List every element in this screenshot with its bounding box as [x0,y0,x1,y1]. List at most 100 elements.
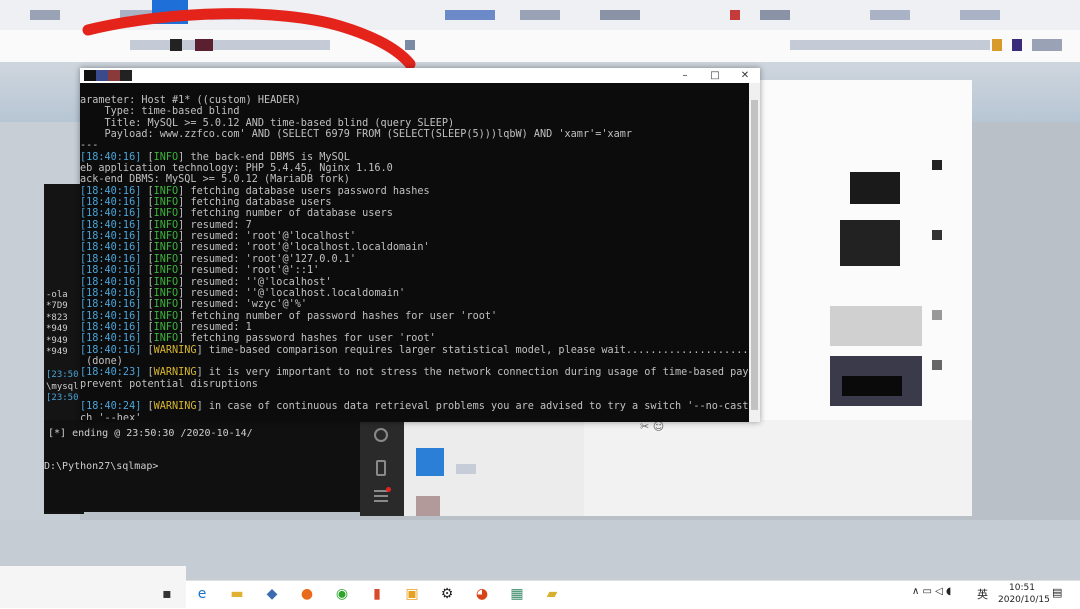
app-box-icon[interactable]: ▣ [403,585,421,603]
phone-icon[interactable] [376,460,386,476]
maximize-button[interactable]: □ [700,68,730,83]
log-text: Payload: www.zzfco.com' AND (SELECT 6979… [80,129,633,141]
wechat-icon[interactable]: ◉ [333,585,351,603]
log-text: ] resumed: 'root'@'127.0.0.1' [178,253,357,265]
notification-icon[interactable]: ▤ [1052,586,1062,599]
cmd-output-line: ack-end DBMS: MySQL >= 5.0.12 (MariaDB f… [80,174,748,185]
log-text: --- [80,140,99,152]
chat-toolbar-icons[interactable]: ✂ ☺ [640,420,680,434]
app-red-icon[interactable]: ▮ [368,585,386,603]
file-explorer-icon[interactable]: ▬ [228,585,246,603]
firefox-icon[interactable]: ● [298,585,316,603]
log-level: INFO [153,242,179,254]
app-cat-icon[interactable]: ◕ [473,585,491,603]
log-level: INFO [153,208,179,220]
compass-icon[interactable] [374,428,388,442]
log-text: [ [141,265,154,277]
red-annotation-stroke [82,8,416,70]
terminal-prompt[interactable]: D:\Python27\sqlmap> [44,461,158,472]
timestamp: [18:40:16] [80,242,142,254]
log-text: [ [141,219,154,231]
timestamp: [18:40:16] [80,197,142,209]
log-text: ] fetching database users password hashe… [178,185,430,197]
cmd-output-line: [18:40:16] [INFO] resumed: ''@'localhost… [80,277,748,288]
chat-avatar[interactable] [416,496,440,516]
cmd-output-line: [18:40:16] [INFO] resumed: 'root'@'local… [80,231,748,242]
log-text: ] resumed: ''@'localhost.localdomain' [178,287,406,299]
timestamp: [18:40:16] [80,299,142,311]
timestamp: [18:40:16] [80,151,142,163]
menu-icon[interactable] [374,487,391,502]
log-text: ] fetching password hashes for user 'roo… [178,333,436,345]
timestamp: [18:40:16] [80,185,142,197]
timestamp: [18:40:16] [80,276,142,288]
cmd-output-line: prevent potential disruptions [80,379,748,390]
window-controls: – □ ✕ [670,68,760,83]
back-terminal-fragments: -ola *7D9 *823 *949 *949 *949 [23:50 \my… [46,290,82,420]
cmd-output-line: [18:40:16] [INFO] resumed: 7 [80,220,748,231]
cmd-output-line: Type: time-based blind [80,106,748,117]
cmd-output-line: --- [80,140,748,151]
log-text: ] resumed: ''@'localhost' [178,276,332,288]
log-level: INFO [153,310,179,322]
log-text: [ [141,151,154,163]
cmd-output-line: [18:40:16] [INFO] fetching database user… [80,197,748,208]
edge-icon[interactable]: e [193,585,211,603]
cmd-output-line: ch '--hex' [80,413,748,420]
log-text: [ [141,197,154,209]
log-text: [ [141,242,154,254]
timestamp: [18:40:16] [80,253,142,265]
tray-clock[interactable]: 10:51 2020/10/15 [998,582,1050,606]
log-text: ] resumed: 'root'@'::1' [178,265,320,277]
settings-icon[interactable]: ⚙ [438,585,456,603]
store-icon[interactable]: ◆ [263,585,281,603]
log-text: [ [141,276,154,288]
fragment: *949 [46,335,68,346]
cmd-output-line: (done) [80,356,748,367]
fragment: [23:50 [46,393,79,404]
timestamp: [18:40:23] [80,367,142,379]
log-text: [ [141,310,154,322]
fragment: \mysql [46,381,79,392]
tray-icons[interactable]: ∧ ▭ ◁ ◖ [912,586,951,597]
log-text: ] fetching number of password hashes for… [178,310,498,322]
chat-sidebar [360,420,404,516]
log-level: INFO [153,321,179,333]
cmd-output-line: [18:40:16] [WARNING] time-based comparis… [80,345,748,356]
log-text: eb application technology: PHP 5.4.45, N… [80,163,393,175]
cmd-output-line: arameter: Host #1* ((custom) HEADER) [80,95,748,106]
close-button[interactable]: ✕ [730,68,760,83]
fragment: *949 [46,347,68,358]
log-text: [ [141,344,154,356]
log-text: ack-end DBMS: MySQL >= 5.0.12 (MariaDB f… [80,174,350,186]
cmd-titlebar[interactable]: – □ ✕ [80,68,760,83]
log-text: [ [141,231,154,243]
log-text: ] resumed: 1 [178,321,252,333]
chat-avatar[interactable] [416,448,444,476]
cmd-output-line: Title: MySQL >= 5.0.12 AND time-based bl… [80,118,748,129]
fragment: -ola [46,290,68,300]
timestamp: [18:40:16] [80,287,142,299]
terminal-ending-line: [*] ending @ 23:50:30 /2020-10-14/ [48,428,253,439]
cmd-output-line: [18:40:16] [INFO] fetching password hash… [80,333,748,344]
log-text: [ [141,253,154,265]
log-text: [ [141,287,154,299]
app-folder-icon[interactable]: ▰ [543,585,561,603]
cmd-output-line: [18:40:16] [INFO] resumed: 1 [80,322,748,333]
log-text: [ [141,208,154,220]
scrollbar-thumb[interactable] [751,100,758,410]
fragment: [23:50 [46,370,79,381]
cmd-output-line [80,390,748,401]
timestamp: [18:40:16] [80,333,142,345]
app-network-icon[interactable]: ▦ [508,585,526,603]
input-language-indicator[interactable]: 英 [977,586,988,602]
cmd-output-line: [18:40:16] [INFO] fetching number of dat… [80,208,748,219]
log-text: ] resumed: 'wzyc'@'%' [178,299,307,311]
background-terminal-window: [*] ending @ 23:50:30 /2020-10-14/ D:\Py… [44,420,404,512]
log-level: WARNING [153,401,197,413]
timestamp: [18:40:16] [80,344,142,356]
cmd-output: arameter: Host #1* ((custom) HEADER) Typ… [80,95,748,420]
windows-start-icon[interactable]: ▪ [158,585,176,603]
log-text: [ [141,185,154,197]
minimize-button[interactable]: – [670,68,700,83]
